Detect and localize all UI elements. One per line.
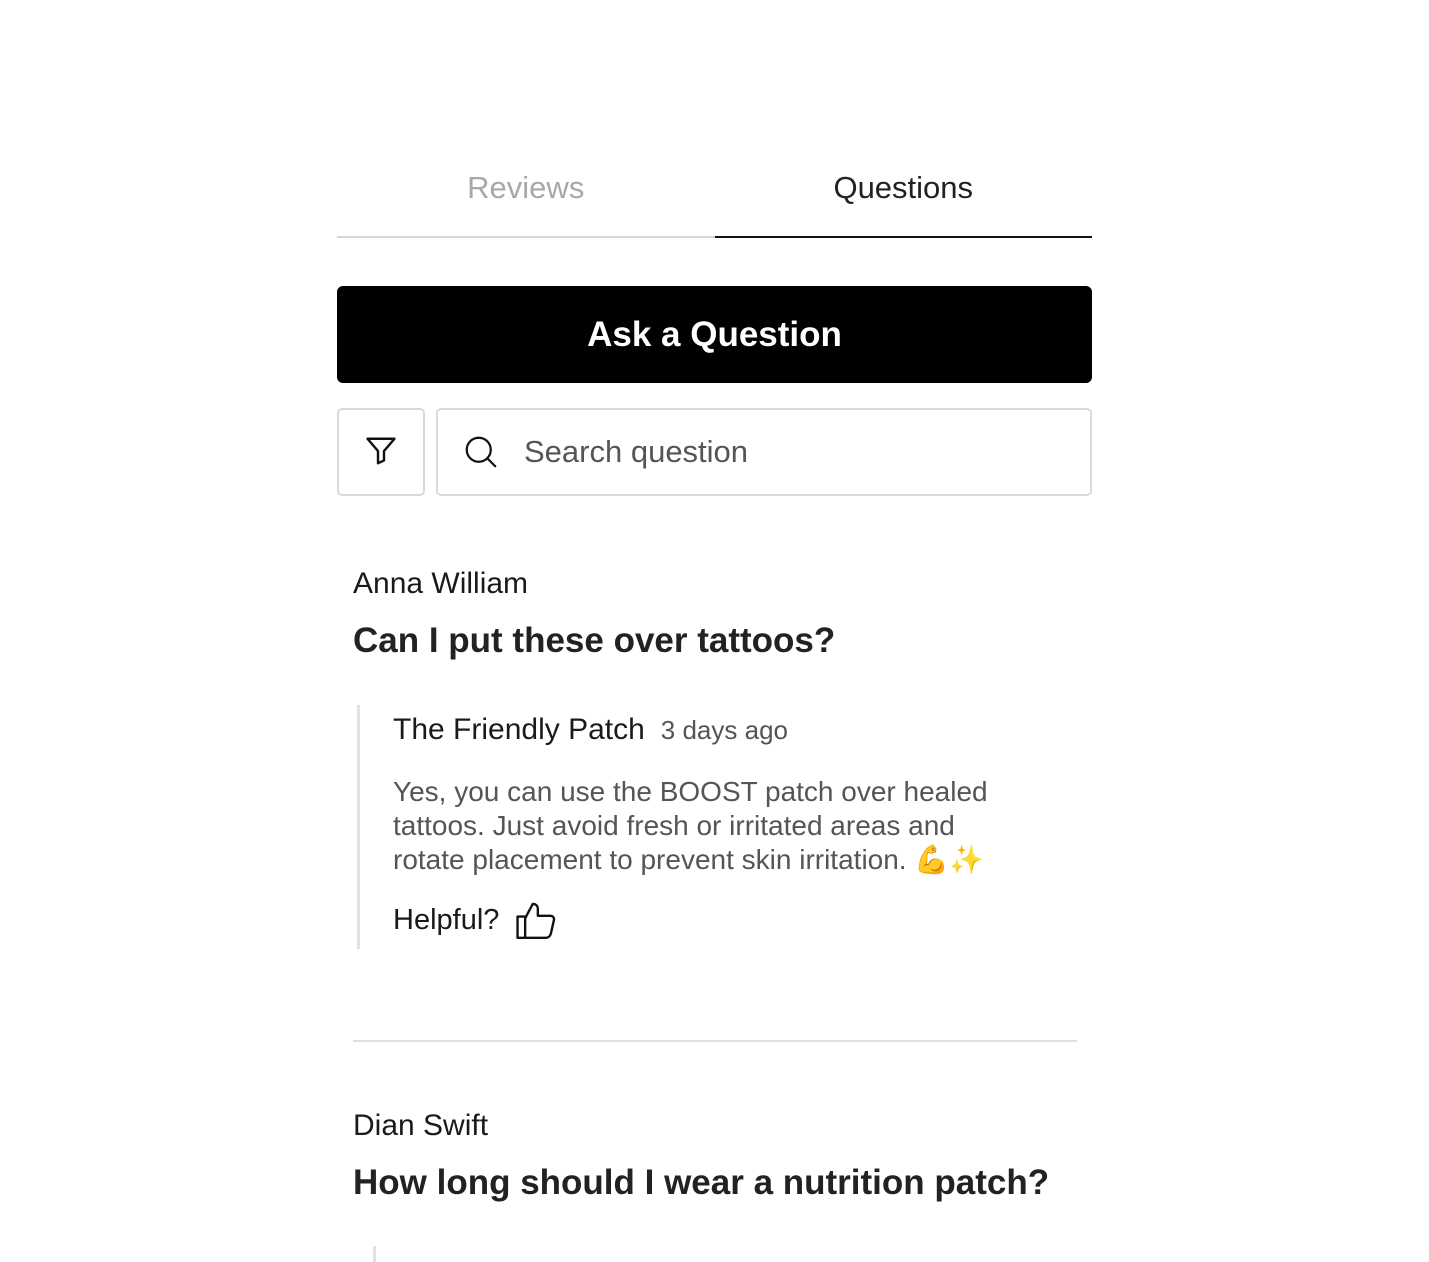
helpful-row: Helpful? (393, 899, 1037, 949)
tab-reviews[interactable]: Reviews (337, 160, 715, 238)
question-title: How long should I wear a nutrition patch… (353, 1163, 1050, 1202)
question-divider (353, 1040, 1077, 1042)
search-input[interactable] (524, 434, 1044, 470)
search-box (436, 408, 1092, 496)
funnel-icon (363, 432, 399, 473)
question-author: Anna William (353, 567, 529, 600)
tab-bar: Reviews Questions (337, 160, 1092, 238)
tab-questions-label: Questions (833, 170, 974, 205)
filter-button[interactable] (337, 408, 425, 496)
answer-item: The Friendly Patch 3 days ago Yes, you c… (357, 705, 1037, 949)
question-title: Can I put these over tattoos? (353, 621, 836, 660)
thumbs-up-icon[interactable] (515, 899, 559, 941)
search-icon (463, 434, 499, 470)
answer-header: The Friendly Patch 3 days ago (393, 713, 1037, 747)
answer-timestamp: 3 days ago (660, 715, 788, 745)
answer-author: The Friendly Patch (393, 713, 645, 746)
question-item: Anna William Can I put these over tattoo… (353, 566, 1077, 662)
question-author: Dian Swift (353, 1109, 489, 1142)
tab-questions[interactable]: Questions (714, 160, 1092, 238)
question-item: Dian Swift How long should I wear a nutr… (353, 1108, 1077, 1204)
answer-body: Yes, you can use the BOOST patch over he… (393, 776, 988, 875)
answer-border-stub (373, 1246, 376, 1262)
helpful-label: Helpful? (393, 903, 500, 936)
ask-question-button[interactable]: Ask a Question (337, 286, 1092, 383)
tab-reviews-label: Reviews (467, 170, 585, 205)
